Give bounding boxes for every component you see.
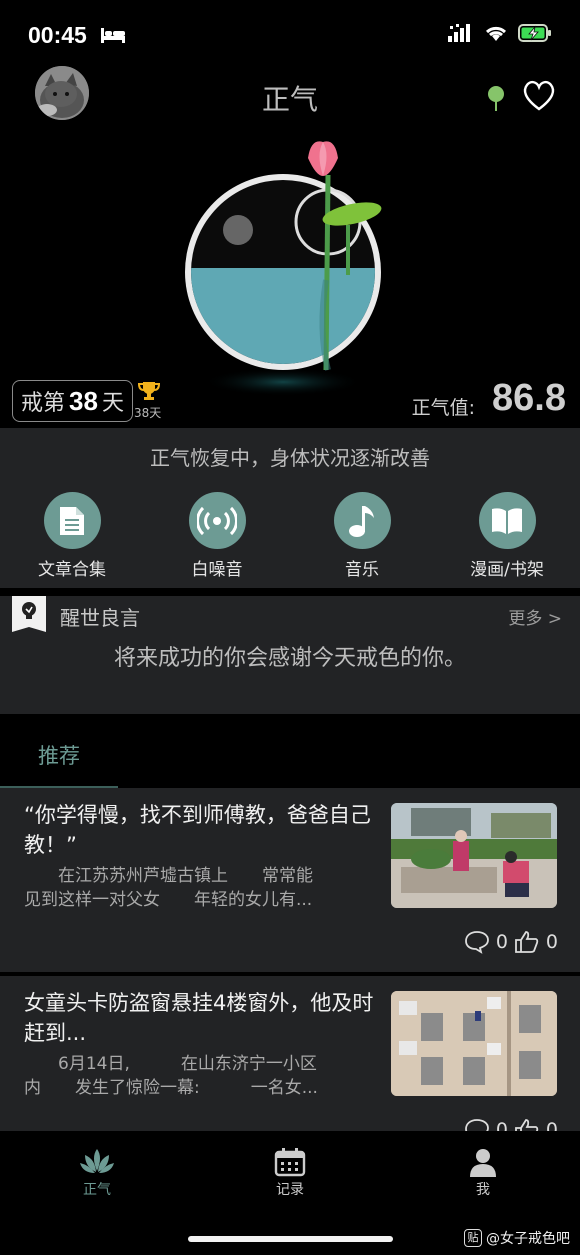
tab-zhengqi[interactable]: 正气 — [57, 1145, 137, 1199]
tab-label: 正气 — [83, 1182, 111, 1198]
tab-recommend[interactable]: 推荐 — [0, 740, 118, 788]
article-title: “你学得慢，找不到师傅教，爸爸自己教！” — [24, 803, 371, 857]
wifi-icon — [485, 26, 507, 41]
article-excerpt-line: 在江苏苏州芦墟古镇上 常常能 — [24, 866, 313, 886]
book-icon — [478, 492, 536, 549]
status-bar: 00:45 — [0, 0, 580, 70]
watermark-badge: 贴 — [464, 1229, 482, 1247]
lightbulb-bookmark-icon — [12, 596, 46, 632]
radio-waves-icon — [188, 492, 246, 549]
quick-actions-panel: 正气恢复中，身体状况逐渐改善 文章合集 白噪音 音乐 漫画/书架 — [0, 428, 580, 588]
wisdom-quote: 将来成功的你会感谢今天戒色的你。 — [113, 646, 466, 671]
streak-days: 38 — [69, 385, 98, 416]
wisdom-more-link[interactable]: 更多 > — [508, 604, 562, 629]
action-label: 文章合集 — [38, 560, 106, 580]
lotus-icon — [57, 1145, 137, 1179]
article-excerpt-line: 6月14日, 在山东济宁一小区 — [24, 1054, 317, 1074]
watermark-text: @女子戒色吧 — [486, 1231, 570, 1247]
action-music[interactable]: 音乐 — [302, 492, 422, 580]
tab-records[interactable]: 记录 — [250, 1145, 330, 1199]
action-label: 漫画/书架 — [470, 560, 544, 580]
streak-badge[interactable]: 戒第 38 天 — [12, 380, 133, 422]
action-articles[interactable]: 文章合集 — [12, 492, 132, 580]
streak-suffix: 天 — [101, 391, 124, 416]
lotus-bowl-illustration — [185, 141, 382, 396]
thumbs-up-icon[interactable] — [514, 930, 540, 954]
article-thumbnail — [391, 803, 557, 908]
action-label: 白噪音 — [191, 560, 243, 580]
zhengqi-label: 正气值: — [411, 397, 475, 419]
status-message: 正气恢复中，身体状况逐渐改善 — [150, 446, 430, 470]
article-stats: 0 0 — [464, 930, 558, 954]
music-note-icon — [333, 492, 391, 549]
article-excerpt-line: 见到这样一对父女 年轻的女儿有... — [24, 890, 313, 910]
bed-icon — [101, 28, 125, 43]
person-icon — [443, 1145, 523, 1179]
watermark: 贴 @女子戒色吧 — [464, 1228, 570, 1248]
home-indicator[interactable] — [188, 1236, 393, 1242]
trophy-icon — [137, 380, 161, 406]
tab-label: 记录 — [276, 1182, 304, 1198]
document-icon — [43, 492, 101, 549]
best-streak-label: 38天 — [134, 406, 162, 420]
like-count: 0 — [545, 931, 558, 953]
action-label: 音乐 — [345, 560, 379, 580]
comment-count: 0 — [495, 931, 508, 953]
sprout-icon[interactable] — [486, 84, 506, 112]
article-excerpt-line: 内 发生了惊险一幕: 一名女... — [24, 1078, 318, 1098]
streak-prefix: 戒第 — [21, 391, 66, 416]
tab-label: 我 — [476, 1182, 490, 1198]
comment-icon[interactable] — [464, 930, 490, 954]
action-white-noise[interactable]: 白噪音 — [157, 492, 277, 580]
article-title: 女童头卡防盗窗悬挂4楼窗外，他及时赶到... — [24, 991, 374, 1045]
cellular-signal-icon — [448, 24, 470, 42]
calendar-icon — [250, 1145, 330, 1179]
wisdom-title: 醒世良言 — [60, 606, 140, 630]
status-time: 00:45 — [28, 22, 87, 48]
action-comics-bookshelf[interactable]: 漫画/书架 — [447, 492, 567, 580]
article-item[interactable]: “你学得慢，找不到师傅教，爸爸自己教！” 在江苏苏州芦墟古镇上 常常能 见到这样… — [0, 788, 580, 972]
zhengqi-value: 86.8 — [492, 377, 566, 419]
tab-me[interactable]: 我 — [443, 1145, 523, 1199]
battery-charging-icon — [518, 24, 551, 42]
wisdom-card[interactable]: 醒世良言 更多 > 将来成功的你会感谢今天戒色的你。 — [0, 596, 580, 714]
heart-icon[interactable] — [522, 80, 556, 112]
article-item[interactable]: 女童头卡防盗窗悬挂4楼窗外，他及时赶到... 6月14日, 在山东济宁一小区 内… — [0, 976, 580, 1142]
article-thumbnail — [391, 991, 557, 1096]
